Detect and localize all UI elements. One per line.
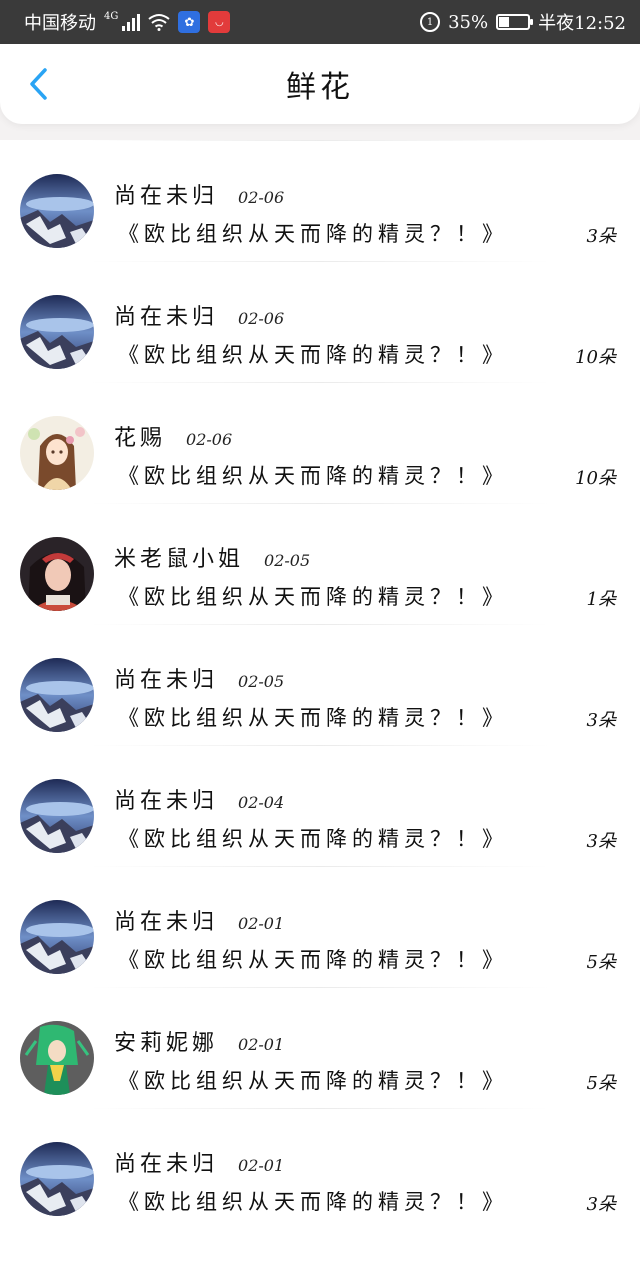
date-label: 02-04 — [238, 793, 285, 812]
list-item[interactable]: 米老鼠小姐 02-05 《欧比组织从天而降的精灵？！》 1朵 — [0, 503, 640, 624]
date-label: 02-01 — [238, 914, 285, 933]
list-item[interactable]: 尚在未归 02-04 《欧比组织从天而降的精灵？！》 3朵 — [0, 745, 640, 866]
row-divider — [90, 624, 550, 625]
message-text: 《欧比组织从天而降的精灵？！》 — [118, 1190, 508, 1214]
lake-avatar[interactable] — [20, 900, 94, 974]
baidu-app-icon: ✿ — [178, 11, 201, 33]
network-type-label: 4G — [104, 10, 119, 22]
user-name[interactable]: 尚在未归 — [114, 783, 218, 815]
back-button[interactable] — [18, 64, 58, 104]
list-item[interactable]: 尚在未归 02-06 《欧比组织从天而降的精灵？！》 10朵 — [0, 261, 640, 382]
list-item[interactable]: 安莉妮娜 02-01 《欧比组织从天而降的精灵？！》 5朵 — [0, 987, 640, 1108]
name-line: 尚在未归 02-05 — [114, 662, 284, 694]
date-label: 02-06 — [186, 430, 233, 449]
signal-icon — [122, 13, 141, 31]
battery-percent-label: 35% — [448, 11, 489, 33]
message-text: 《欧比组织从天而降的精灵？！》 — [118, 464, 508, 488]
header-bar: 鲜花 — [0, 44, 640, 124]
flower-count: 3朵 — [586, 226, 616, 247]
page-title: 鲜花 — [286, 70, 354, 105]
status-left: 中国移动 4G ✿ ◡ — [24, 9, 231, 35]
row-divider — [90, 140, 550, 141]
user-name[interactable]: 尚在未归 — [114, 1146, 218, 1178]
message-text: 《欧比组织从天而降的精灵？！》 — [118, 948, 508, 972]
date-label: 02-05 — [264, 551, 311, 570]
row-divider — [90, 261, 550, 262]
name-line: 米老鼠小姐 02-05 — [114, 541, 310, 573]
row-divider — [90, 503, 550, 504]
name-line: 花赐 02-06 — [114, 420, 232, 452]
date-label: 02-01 — [238, 1035, 285, 1054]
lake-avatar[interactable] — [20, 295, 94, 369]
green-character-avatar[interactable] — [20, 1021, 94, 1095]
name-line: 尚在未归 02-06 — [114, 299, 284, 331]
flower-count: 5朵 — [586, 952, 616, 973]
user-name[interactable]: 尚在未归 — [114, 904, 218, 936]
screen: 中国移动 4G ✿ ◡ 1 35% 半夜12:52 鲜花 尚在未归 02-06 … — [0, 0, 640, 1280]
message-text: 《欧比组织从天而降的精灵？！》 — [118, 343, 508, 367]
user-name[interactable]: 米老鼠小姐 — [114, 541, 244, 573]
name-line: 尚在未归 02-04 — [114, 783, 284, 815]
data-saver-icon: 1 — [420, 12, 441, 32]
lake-avatar[interactable] — [20, 658, 94, 732]
row-divider — [90, 866, 550, 867]
user-name[interactable]: 花赐 — [114, 420, 166, 452]
portrait-avatar[interactable] — [20, 537, 94, 611]
clock-label: 半夜12:52 — [538, 13, 626, 34]
date-label: 02-01 — [238, 1156, 285, 1175]
status-bar: 中国移动 4G ✿ ◡ 1 35% 半夜12:52 — [0, 0, 640, 44]
chevron-left-icon — [30, 68, 47, 100]
list-item[interactable]: 花赐 02-06 《欧比组织从天而降的精灵？！》 10朵 — [0, 382, 640, 503]
flower-count: 5朵 — [586, 1073, 616, 1094]
list-item[interactable]: 尚在未归 02-05 《欧比组织从天而降的精灵？！》 3朵 — [0, 624, 640, 745]
flower-count: 3朵 — [586, 831, 616, 852]
flower-count: 1朵 — [586, 589, 616, 610]
user-name[interactable]: 尚在未归 — [114, 662, 218, 694]
name-line: 尚在未归 02-01 — [114, 904, 284, 936]
flower-count: 10朵 — [575, 468, 616, 489]
lake-avatar[interactable] — [20, 1142, 94, 1216]
list-item[interactable]: 尚在未归 02-01 《欧比组织从天而降的精灵？！》 5朵 — [0, 866, 640, 987]
status-right: 1 35% 半夜12:52 — [420, 9, 626, 35]
flower-list: 尚在未归 02-06 《欧比组织从天而降的精灵？！》 3朵 尚在未归 02-06… — [0, 140, 640, 1280]
user-name[interactable]: 尚在未归 — [114, 178, 218, 210]
battery-icon — [496, 14, 534, 30]
flower-count: 10朵 — [575, 347, 616, 368]
list-item[interactable]: 尚在未归 02-01 《欧比组织从天而降的精灵？！》 3朵 — [0, 1108, 640, 1229]
lake-avatar[interactable] — [20, 174, 94, 248]
name-line: 安莉妮娜 02-01 — [114, 1025, 284, 1057]
user-name[interactable]: 尚在未归 — [114, 299, 218, 331]
name-line: 尚在未归 02-06 — [114, 178, 284, 210]
row-divider — [90, 382, 550, 383]
anime-girl-avatar[interactable] — [20, 416, 94, 490]
list-item[interactable]: 尚在未归 02-06 《欧比组织从天而降的精灵？！》 3朵 — [0, 140, 640, 261]
wifi-icon — [148, 14, 170, 31]
lake-avatar[interactable] — [20, 779, 94, 853]
user-name[interactable]: 安莉妮娜 — [114, 1025, 218, 1057]
message-text: 《欧比组织从天而降的精灵？！》 — [118, 585, 508, 609]
message-text: 《欧比组织从天而降的精灵？！》 — [118, 1069, 508, 1093]
date-label: 02-06 — [238, 309, 285, 328]
name-line: 尚在未归 02-01 — [114, 1146, 284, 1178]
flower-count: 3朵 — [586, 710, 616, 731]
carrier-label: 中国移动 — [24, 13, 96, 34]
row-divider — [90, 1108, 550, 1109]
date-label: 02-06 — [238, 188, 285, 207]
row-divider — [90, 745, 550, 746]
flower-count: 3朵 — [586, 1194, 616, 1215]
battery-fill — [499, 17, 510, 27]
message-text: 《欧比组织从天而降的精灵？！》 — [118, 827, 508, 851]
shopping-app-icon: ◡ — [208, 11, 231, 33]
message-text: 《欧比组织从天而降的精灵？！》 — [118, 706, 508, 730]
date-label: 02-05 — [238, 672, 285, 691]
row-divider — [90, 987, 550, 988]
message-text: 《欧比组织从天而降的精灵？！》 — [118, 222, 508, 246]
